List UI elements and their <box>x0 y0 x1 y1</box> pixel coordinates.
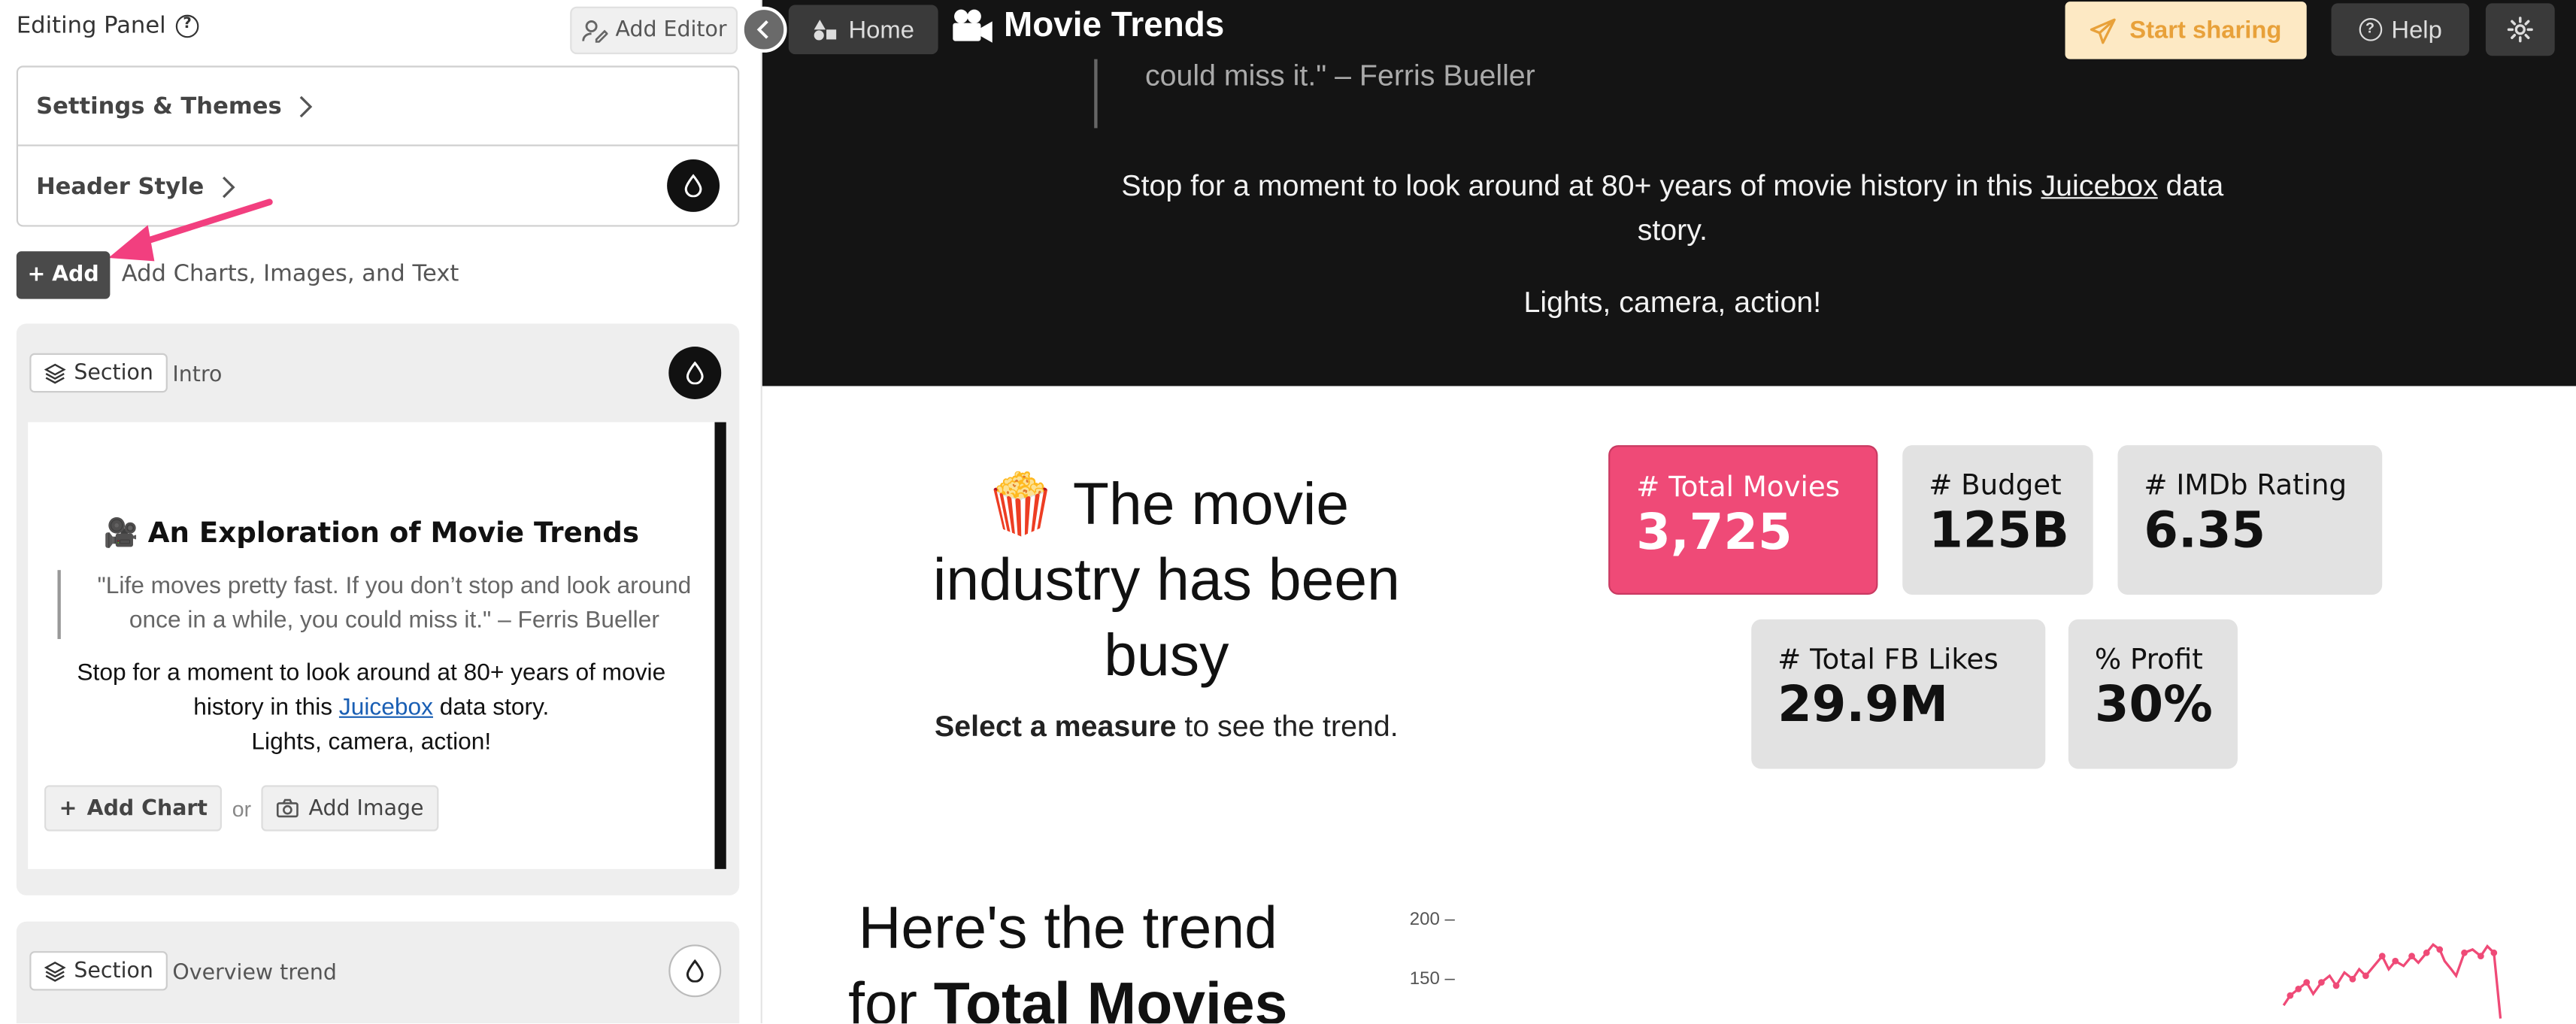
add-editor-label: Add Editor <box>615 18 727 43</box>
accordion-label: Settings & Themes <box>36 92 282 120</box>
help-button[interactable]: ? Help <box>2331 3 2470 56</box>
header-style-drop-button[interactable] <box>667 159 720 212</box>
hero-text: Stop for a moment to look around at 80+ … <box>1121 169 2041 202</box>
story-title: Movie Trends <box>951 7 1224 46</box>
droplet-icon <box>684 174 702 198</box>
metric-value: 30% <box>2094 677 2213 735</box>
hero-paragraph: Stop for a moment to look around at 80+ … <box>1091 165 2254 253</box>
section-headline: 🍿 The movie industry has been busy <box>932 469 1400 689</box>
chevron-left-icon <box>756 20 768 39</box>
preview-body-text: data story. <box>432 695 550 722</box>
hero-quote: could miss it." – Ferris Bueller <box>1144 59 1535 92</box>
preview-body: Stop for a moment to look around at 80+ … <box>53 657 690 761</box>
y-tick-label: 150 – <box>1409 969 1455 989</box>
metric-value: 29.9M <box>1777 677 1949 735</box>
chevron-right-icon <box>300 95 314 117</box>
trend-headline: Here's the trend for Total Movies <box>822 890 1315 1024</box>
section-name: Overview trend <box>172 961 337 986</box>
trend-for: for <box>848 969 934 1024</box>
settings-button[interactable] <box>2485 3 2555 56</box>
help-label: Help <box>2391 15 2442 44</box>
metric-value: 3,725 <box>1636 504 1793 562</box>
metric-budget[interactable]: # Budget 125B <box>1902 445 2093 595</box>
section-tag-label: Section <box>74 958 153 983</box>
section-subhead: Select a measure to see the trend. <box>887 710 1446 744</box>
section-card-overview-trend: Section Overview trend <box>16 921 740 1024</box>
add-chart-button[interactable]: + Add Chart <box>44 785 223 832</box>
plus-icon: + <box>59 795 77 821</box>
section-name: Intro <box>172 362 223 388</box>
trend-line <box>2282 943 2502 1019</box>
metric-imdb-rating[interactable]: # IMDb Rating 6.35 <box>2117 445 2383 595</box>
juicebox-link[interactable]: Juicebox <box>2041 169 2158 202</box>
metric-label: # IMDb Rating <box>2144 469 2347 503</box>
section-tag[interactable]: Section <box>29 951 168 991</box>
droplet-icon <box>686 959 704 983</box>
user-edit-icon <box>581 19 608 42</box>
trend-prefix: Here's the trend <box>858 893 1277 962</box>
subhead-text: to see the trend. <box>1176 709 1399 743</box>
droplet-icon <box>686 361 704 385</box>
section-tag-label: Section <box>74 360 153 386</box>
add-editor-button[interactable]: Add Editor <box>570 6 738 55</box>
story-title-text: Movie Trends <box>1004 6 1225 44</box>
add-image-button[interactable]: Add Image <box>261 785 439 832</box>
add-hint: Add Charts, Images, and Text <box>121 261 459 288</box>
trend-measure: Total Movies <box>933 969 1288 1024</box>
help-circle-icon: ? <box>2358 18 2382 41</box>
shapes-icon <box>814 20 838 41</box>
juicebox-link[interactable]: Juicebox <box>339 695 433 721</box>
home-label: Home <box>848 15 914 44</box>
section-tag[interactable]: Section <box>29 353 168 393</box>
paper-plane-icon <box>2090 17 2117 44</box>
metric-value: 125B <box>1929 502 2070 561</box>
accordion-settings-themes[interactable]: Settings & Themes <box>18 68 738 147</box>
section-card-intro: Section Intro 🎥 An Exploration of Movie … <box>16 323 740 895</box>
metric-label: # Budget <box>1929 469 2062 503</box>
section-preview[interactable]: 🎥 An Exploration of Movie Trends "Life m… <box>28 422 726 869</box>
hero-tagline: Lights, camera, action! <box>1523 286 1822 319</box>
start-sharing-button[interactable]: Start sharing <box>2065 2 2307 59</box>
add-chart-label: Add Chart <box>86 795 208 821</box>
metric-total-movies[interactable]: # Total Movies 3,725 <box>1608 445 1878 595</box>
section-drop-button[interactable] <box>668 944 722 998</box>
subhead-bold: Select a measure <box>935 709 1177 743</box>
layers-icon <box>44 362 66 383</box>
home-button[interactable]: Home <box>788 5 938 55</box>
layers-icon <box>44 960 66 981</box>
quote-bar <box>1094 59 1098 129</box>
trend-line-chart <box>2282 943 2502 1019</box>
metric-total-fb-likes[interactable]: # Total FB Likes 29.9M <box>1751 619 2046 769</box>
camera-icon <box>276 798 299 818</box>
metric-label: # Total FB Likes <box>1777 644 1999 677</box>
help-circle-icon[interactable]: ? <box>175 14 199 38</box>
editing-panel: Editing Panel ? Add Editor Settings & Th… <box>0 0 762 1024</box>
metric-value: 6.35 <box>2144 502 2266 561</box>
metric-label: % Profit <box>2094 644 2203 677</box>
or-label: or <box>232 795 252 821</box>
plus-icon: + <box>27 262 46 288</box>
movie-camera-icon <box>953 9 993 43</box>
pointer-arrow-icon <box>108 198 273 262</box>
preview-title: 🎥 An Exploration of Movie Trends <box>103 517 639 550</box>
gear-icon <box>2507 17 2533 43</box>
preview-body-line2: Lights, camera, action! <box>251 729 492 756</box>
preview-actions: + Add Chart or Add Image <box>44 785 439 832</box>
metric-profit[interactable]: % Profit 30% <box>2068 619 2238 769</box>
panel-title-text: Editing Panel <box>16 13 166 40</box>
add-image-label: Add Image <box>308 795 424 821</box>
start-sharing-label: Start sharing <box>2129 16 2282 44</box>
add-button[interactable]: + Add <box>16 251 111 299</box>
metric-label: # Total Movies <box>1636 471 1841 504</box>
panel-title: Editing Panel ? <box>17 13 199 39</box>
preview-quote: "Life moves pretty fast. If you don’t st… <box>57 570 698 639</box>
collapse-panel-button[interactable] <box>741 6 787 53</box>
add-label: Add <box>52 262 99 288</box>
y-tick-label: 200 – <box>1409 910 1455 930</box>
section-drop-button[interactable] <box>668 347 722 399</box>
